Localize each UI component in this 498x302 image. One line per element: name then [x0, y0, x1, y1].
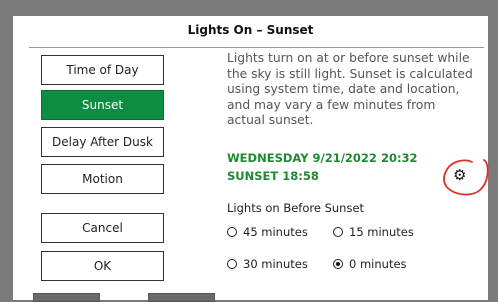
option-label: 30 minutes [243, 257, 308, 271]
lights-before-sunset-heading: Lights on Before Sunset [227, 201, 365, 215]
title-divider [29, 47, 484, 48]
option-30-minutes[interactable]: 30 minutes [227, 257, 308, 271]
delay-after-dusk-button[interactable]: Delay After Dusk [41, 127, 164, 157]
radio-selected-icon[interactable] [333, 259, 343, 269]
background-tab [148, 293, 215, 302]
background-tab [33, 293, 100, 302]
radio-unselected-icon[interactable] [333, 227, 343, 237]
description-line: Lights turn on at or before sunset while [227, 51, 470, 65]
settings-area: ⚙ [440, 156, 490, 198]
description-line: actual sunset. [227, 113, 314, 127]
radio-unselected-icon[interactable] [227, 227, 237, 237]
description-line: the sky is still light. Sunset is calcul… [227, 66, 473, 81]
lights-on-sunset-dialog: Lights On – Sunset Time of Day Sunset De… [13, 16, 490, 300]
description-line: and may vary a few minutes from [227, 97, 436, 112]
radio-unselected-icon[interactable] [227, 259, 237, 269]
option-45-minutes[interactable]: 45 minutes [227, 225, 308, 239]
ok-button[interactable]: OK [41, 251, 164, 281]
option-0-minutes[interactable]: 0 minutes [333, 257, 407, 271]
option-label: 45 minutes [243, 225, 308, 239]
option-label: 0 minutes [349, 257, 407, 271]
sunset-description: Lights turn on at or before sunset while… [227, 51, 482, 129]
sunset-time: SUNSET 18:58 [227, 169, 319, 183]
current-datetime: WEDNESDAY 9/21/2022 20:32 [227, 151, 418, 165]
description-line: using system time, date and location, [227, 82, 460, 96]
dialog-title: Lights On – Sunset [187, 23, 314, 37]
gear-icon[interactable]: ⚙ [453, 167, 466, 183]
option-15-minutes[interactable]: 15 minutes [333, 225, 414, 239]
cancel-button[interactable]: Cancel [41, 213, 164, 243]
option-label: 15 minutes [349, 225, 414, 239]
time-of-day-button[interactable]: Time of Day [41, 55, 164, 85]
sunset-button[interactable]: Sunset [41, 90, 164, 120]
motion-button[interactable]: Motion [41, 164, 164, 194]
